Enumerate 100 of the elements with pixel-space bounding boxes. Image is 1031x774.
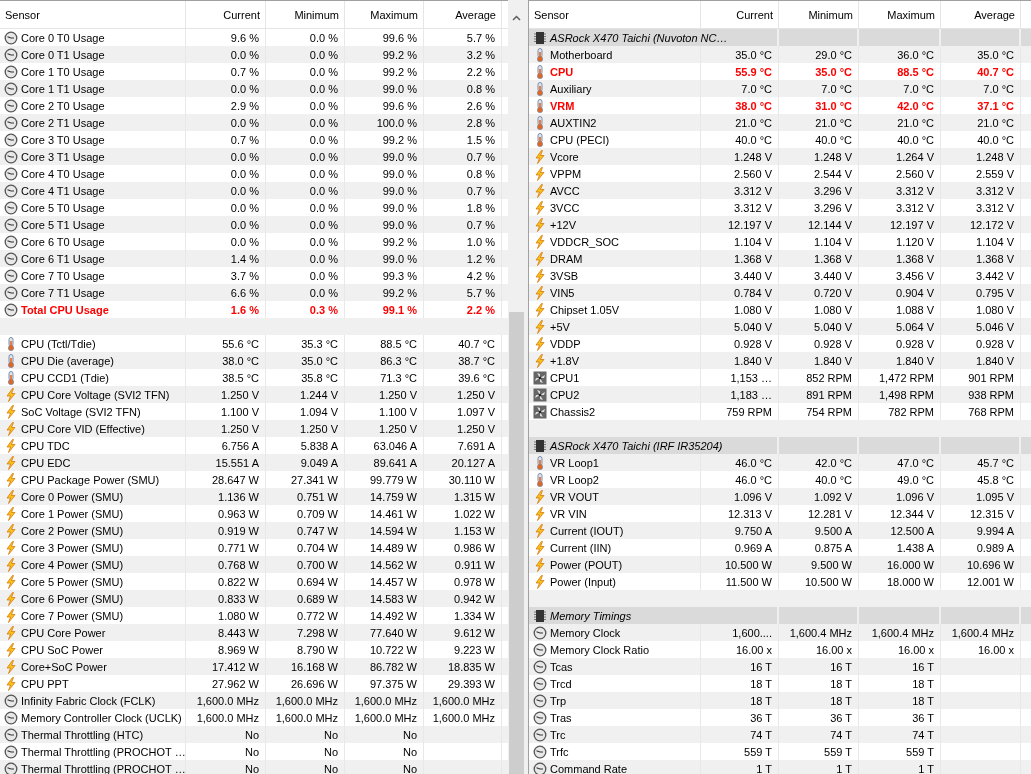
table-row[interactable]: AUXTIN2 21.0 °C 21.0 °C 21.0 °C 21.0 °C [529, 114, 1031, 131]
column-header[interactable]: Maximum [859, 1, 941, 28]
table-row[interactable]: VR Loop1 46.0 °C 42.0 °C 47.0 °C 45.7 °C [529, 454, 1031, 471]
table-row[interactable]: AVCC 3.312 V 3.296 V 3.312 V 3.312 V [529, 182, 1031, 199]
table-row[interactable]: Core 1 T1 Usage 0.0 % 0.0 % 99.0 % 0.8 % [0, 80, 508, 97]
value-text: 0.704 W [297, 541, 338, 554]
value-text: 1,600.0 MHz [275, 694, 338, 707]
table-row[interactable]: +5V 5.040 V 5.040 V 5.064 V 5.046 V [529, 318, 1031, 335]
value-text: 9.750 A [734, 524, 772, 537]
table-row[interactable]: DRAM 1.368 V 1.368 V 1.368 V 1.368 V [529, 250, 1031, 267]
value-text: 0.0 % [309, 82, 338, 95]
gauge-icon [4, 302, 18, 317]
value-text: 1,600.4 MHz [871, 626, 934, 639]
table-row[interactable]: Core 2 Power (SMU) 0.919 W 0.747 W 14.594 W 1.153 W [0, 522, 508, 539]
sensor-label: Core 1 T0 Usage [21, 65, 105, 78]
gauge-icon [4, 727, 18, 742]
value-text: 21.0 °C [815, 116, 852, 129]
sensor-label: Core 0 T1 Usage [21, 48, 105, 61]
table-row[interactable]: +12V 12.197 V 12.144 V 12.197 V 12.172 V [529, 216, 1031, 233]
table-row[interactable]: Core 5 T1 Usage 0.0 % 0.0 % 99.0 % 0.7 % [0, 216, 508, 233]
value-text: 86.782 W [369, 660, 417, 673]
value-text: 9.500 W [811, 558, 852, 571]
gauge-icon [533, 625, 547, 640]
column-header[interactable]: Minimum [266, 1, 345, 28]
sensor-label: VDDCR_SOC [550, 235, 620, 248]
value-text: 9.612 W [454, 626, 495, 639]
sensor-label: Chipset 1.05V [550, 303, 620, 316]
table-row[interactable]: VR VOUT 1.096 V 1.092 V 1.096 V 1.095 V [529, 488, 1031, 505]
table-row[interactable]: Trp 18 T 18 T 18 T [529, 692, 1031, 709]
table-row[interactable]: CPU2 1,183 … 891 RPM 1,498 RPM 938 RPM [529, 386, 1031, 403]
sensor-label: Core 7 T1 Usage [21, 286, 105, 299]
gauge-icon [4, 183, 18, 198]
table-row[interactable]: Core 3 T1 Usage 0.0 % 0.0 % 99.0 % 0.7 % [0, 148, 508, 165]
table-row[interactable]: Command Rate 1 T 1 T 1 T [529, 760, 1031, 774]
column-header[interactable]: Minimum [779, 1, 859, 28]
column-header[interactable]: Current [186, 1, 266, 28]
value-text: 16.000 W [886, 558, 934, 571]
value-text: 40.0 °C [977, 133, 1014, 146]
lightning-icon [4, 387, 18, 402]
table-row[interactable]: CPU Core Voltage (SVI2 TFN) 1.250 V 1.244 V 1.250 V 1.250 V [0, 386, 508, 403]
table-row[interactable]: Vcore 1.248 V 1.248 V 1.264 V 1.248 V [529, 148, 1031, 165]
lightning-icon [533, 268, 547, 283]
value-text: 9.049 A [300, 456, 338, 469]
gauge-icon [4, 761, 18, 774]
table-row[interactable]: Current (IOUT) 9.750 A 9.500 A 12.500 A 9.994 A [529, 522, 1031, 539]
value-text: 5.838 A [300, 439, 338, 452]
table-row[interactable]: Core+SoC Power 17.412 W 16.168 W 86.782 W 18.835 W [0, 658, 508, 675]
value-text: 0.3 % [309, 303, 338, 316]
column-header[interactable]: Current [701, 1, 779, 28]
table-row[interactable]: Core 0 Power (SMU) 1.136 W 0.751 W 14.759 W 1.315 W [0, 488, 508, 505]
value-text: 768 RPM [968, 405, 1014, 418]
value-text: 0.875 A [814, 541, 852, 554]
gauge-icon [4, 166, 18, 181]
value-text: 35.3 °C [301, 337, 338, 350]
sensor-label: Memory Controller Clock (UCLK) [21, 711, 182, 724]
value-text: 42.0 °C [815, 456, 852, 469]
table-row[interactable]: Core 6 Power (SMU) 0.833 W 0.689 W 14.583 W 0.942 W [0, 590, 508, 607]
value-text: 1.2 % [466, 252, 495, 265]
table-row[interactable]: VIN5 0.784 V 0.720 V 0.904 V 0.795 V [529, 284, 1031, 301]
lightning-icon [4, 506, 18, 521]
value-text: 10.696 W [966, 558, 1014, 571]
value-text: 1.080 W [218, 609, 259, 622]
table-row[interactable]: CPU Core VID (Effective) 1.250 V 1.250 V 1.250 V 1.250 V [0, 420, 508, 437]
table-row[interactable]: CPU Core Power 8.443 W 7.298 W 77.640 W 9.612 W [0, 624, 508, 641]
table-row[interactable]: +1.8V 1.840 V 1.840 V 1.840 V 1.840 V [529, 352, 1031, 369]
value-text: 9.223 W [454, 643, 495, 656]
table-row[interactable]: Power (POUT) 10.500 W 9.500 W 16.000 W 10.696 W [529, 556, 1031, 573]
value-text: 1.250 V [379, 422, 417, 435]
table-row[interactable]: Core 6 T1 Usage 1.4 % 0.0 % 99.0 % 1.2 % [0, 250, 508, 267]
value-text: 1.096 V [896, 490, 934, 503]
table-row[interactable]: Tcas 16 T 16 T 16 T [529, 658, 1031, 675]
value-text: 27.962 W [211, 677, 259, 690]
lightning-icon [533, 319, 547, 334]
table-row[interactable]: Core 7 T1 Usage 6.6 % 0.0 % 99.2 % 5.7 % [0, 284, 508, 301]
table-row[interactable]: CPU EDC 15.551 A 9.049 A 89.641 A 20.127 A [0, 454, 508, 471]
table-row[interactable]: Infinity Fabric Clock (FCLK) 1,600.0 MHz 1,600.0 MHz 1,600.0 MHz 1,600.0 MHz [0, 692, 508, 709]
value-text: 36 T [750, 711, 772, 724]
scrollbar-thumb[interactable] [509, 312, 524, 774]
table-row[interactable]: Motherboard 35.0 °C 29.0 °C 36.0 °C 35.0 °C [529, 46, 1031, 63]
value-text: 0.784 V [734, 286, 772, 299]
table-row[interactable]: Trc 74 T 74 T 74 T [529, 726, 1031, 743]
table-row[interactable]: Core 0 T1 Usage 0.0 % 0.0 % 99.2 % 3.2 % [0, 46, 508, 63]
column-header[interactable]: Maximum [345, 1, 424, 28]
table-row[interactable]: Core 4 T1 Usage 0.0 % 0.0 % 99.0 % 0.7 % [0, 182, 508, 199]
table-row[interactable]: CPU Die (average) 38.0 °C 35.0 °C 86.3 °C 38.7 °C [0, 352, 508, 369]
table-row[interactable]: Core 4 Power (SMU) 0.768 W 0.700 W 14.562 W 0.911 W [0, 556, 508, 573]
table-row[interactable]: Thermal Throttling (HTC) No No No [0, 726, 508, 743]
value-text: 5.064 V [896, 320, 934, 333]
value-text: 35.8 °C [301, 371, 338, 384]
column-header[interactable]: Average [941, 1, 1021, 28]
value-text: 7.0 °C [741, 82, 772, 95]
table-row[interactable]: Thermal Throttling (PROCHOT … No No No [0, 760, 508, 774]
column-header[interactable]: Average [424, 1, 502, 28]
table-row[interactable]: Auxiliary 7.0 °C 7.0 °C 7.0 °C 7.0 °C [529, 80, 1031, 97]
value-text: 99.0 % [382, 218, 417, 231]
column-header[interactable]: Sensor [0, 1, 186, 28]
table-row[interactable]: Core 2 T1 Usage 0.0 % 0.0 % 100.0 % 2.8 % [0, 114, 508, 131]
column-header[interactable]: Sensor [529, 1, 701, 28]
value-text: 36.0 °C [897, 48, 934, 61]
table-row[interactable]: Memory Clock 1,600.... 1,600.4 MHz 1,600.4 MHz 1,600.4 MHz [529, 624, 1031, 641]
